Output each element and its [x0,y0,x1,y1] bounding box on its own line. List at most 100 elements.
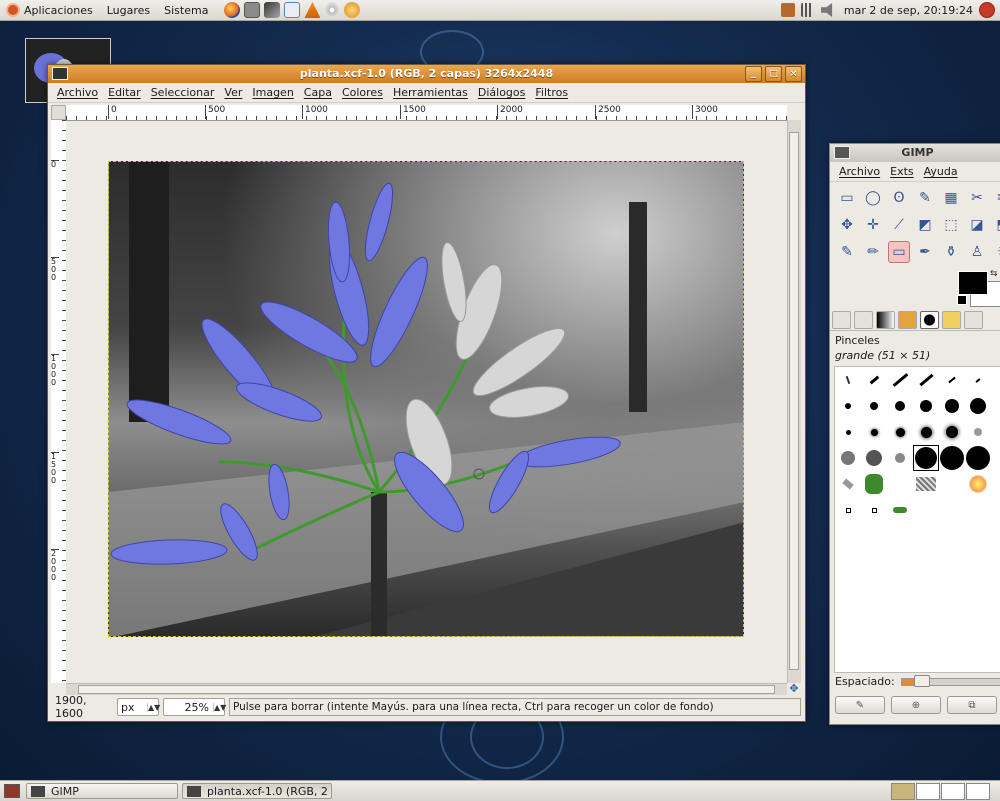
tab-fonts[interactable] [964,311,983,329]
tool-button-3[interactable]: ✎ [914,187,936,209]
menu-colores[interactable]: Colores [342,86,383,99]
brush-item[interactable] [861,419,887,445]
brush-item-selected[interactable] [913,445,939,471]
workspace-4[interactable] [966,783,990,800]
horizontal-scrollbar[interactable] [66,683,787,695]
network-icon[interactable] [264,2,281,18]
workspace-2[interactable] [916,783,940,800]
brush-item[interactable] [835,367,861,393]
brush-item[interactable] [835,419,861,445]
image-window-titlebar[interactable]: planta.xcf-1.0 (RGB, 2 capas) 3264x2448 … [48,65,805,83]
menu-lugares[interactable]: Lugares [107,4,150,17]
vertical-scrollbar[interactable] [787,120,801,683]
tool-button-1[interactable]: ◯ [862,187,884,209]
brush-item[interactable] [913,393,939,419]
tool-button-8[interactable]: ✛ [862,214,884,236]
ubuntu-logo-icon[interactable] [6,3,20,17]
power-icon[interactable] [979,2,995,18]
spacing-slider[interactable] [900,674,1000,687]
brush-item[interactable] [835,471,861,497]
tool-button-0[interactable]: ▭ [836,187,858,209]
duplicate-brush-button[interactable]: ⧉ [947,696,997,714]
tool-button-10[interactable]: ◩ [914,214,936,236]
tool-button-7[interactable]: ✥ [836,214,858,236]
tab-device-status[interactable] [854,311,873,329]
clock[interactable]: mar 2 de sep, 20:19:24 [844,4,973,17]
cd-icon[interactable] [324,2,341,18]
tool-button-5[interactable]: ✂ [966,187,988,209]
menu-archivo[interactable]: Archivo [57,86,98,99]
foreground-color-swatch[interactable] [958,271,988,295]
workspace-3[interactable] [941,783,965,800]
brush-item[interactable] [965,393,991,419]
brush-item[interactable] [913,367,939,393]
minimize-button[interactable]: _ [745,66,762,82]
menu-filtros[interactable]: Filtros [535,86,568,99]
brush-item[interactable] [887,497,913,523]
tool-button-9[interactable]: ⟋ [888,214,910,236]
brush-item[interactable] [939,445,965,471]
horizontal-scroll-thumb[interactable] [78,685,775,694]
default-colors-icon[interactable] [957,295,967,305]
zoom-select[interactable]: 25% ▲▼ [163,698,226,716]
brush-item[interactable] [861,393,887,419]
tab-undo[interactable] [876,311,895,329]
brush-item[interactable] [965,367,991,393]
menu-seleccionar[interactable]: Seleccionar [151,86,215,99]
menu-imagen[interactable]: Imagen [252,86,293,99]
menu-ayuda[interactable]: Ayuda [924,165,958,178]
brush-item[interactable] [913,471,939,497]
edit-brush-button[interactable]: ✎ [835,696,885,714]
vertical-ruler[interactable]: 0 500 1000 1500 2000 [51,120,67,683]
menu-archivo[interactable]: Archivo [839,165,880,178]
close-button[interactable]: × [785,66,802,82]
brush-item[interactable] [887,367,913,393]
brush-item[interactable] [887,419,913,445]
workspace-1[interactable] [891,783,915,800]
canvas-area[interactable] [66,121,787,683]
tool-button-12[interactable]: ◪ [966,214,988,236]
brush-item[interactable] [913,419,939,445]
quick-mask-button[interactable] [51,105,66,120]
brush-item[interactable] [887,445,913,471]
tab-brushes[interactable] [920,311,939,329]
app-icon[interactable] [344,2,361,18]
maximize-button[interactable]: □ [765,66,782,82]
tool-button-6[interactable]: ✂ [992,187,1000,209]
tab-patterns[interactable] [942,311,961,329]
snowflake-icon[interactable] [284,2,301,18]
vlc-icon[interactable] [304,2,321,18]
tool-button-2[interactable]: ʘ [888,187,910,209]
tool-button-17[interactable]: ✒ [914,241,936,263]
tool-button-18[interactable]: ⚱ [940,241,962,263]
tool-button-16[interactable]: ▭ [888,241,910,263]
tool-button-19[interactable]: ♙ [966,241,988,263]
toolbox-titlebar[interactable]: GIMP [830,144,1000,162]
brush-item[interactable] [939,367,965,393]
update-icon[interactable] [780,3,795,17]
tool-button-13[interactable]: ⬒ [992,214,1000,236]
new-brush-button[interactable]: ⊕ [891,696,941,714]
show-desktop-icon[interactable] [4,784,20,798]
network-status-icon[interactable] [800,3,815,17]
tool-button-20[interactable]: ☀ [992,241,1000,263]
brush-item[interactable] [835,445,861,471]
brush-item[interactable] [835,497,861,523]
volume-icon[interactable] [820,3,833,17]
brush-item[interactable] [965,471,991,497]
tool-button-14[interactable]: ✎ [836,241,858,263]
gimp-icon[interactable] [834,146,850,159]
brush-item[interactable] [939,393,965,419]
brush-item[interactable] [939,419,965,445]
menu-dialogos[interactable]: Diálogos [478,86,526,99]
tab-images[interactable] [898,311,917,329]
swap-colors-icon[interactable]: ⇆ [990,269,998,279]
menu-aplicaciones[interactable]: Aplicaciones [24,4,93,17]
menu-capa[interactable]: Capa [304,86,332,99]
brush-item[interactable] [965,445,991,471]
brush-item[interactable] [861,497,887,523]
tool-button-15[interactable]: ✏ [862,241,884,263]
menu-sistema[interactable]: Sistema [164,4,208,17]
tab-tool-options[interactable] [832,311,851,329]
window-icon[interactable] [52,67,68,80]
